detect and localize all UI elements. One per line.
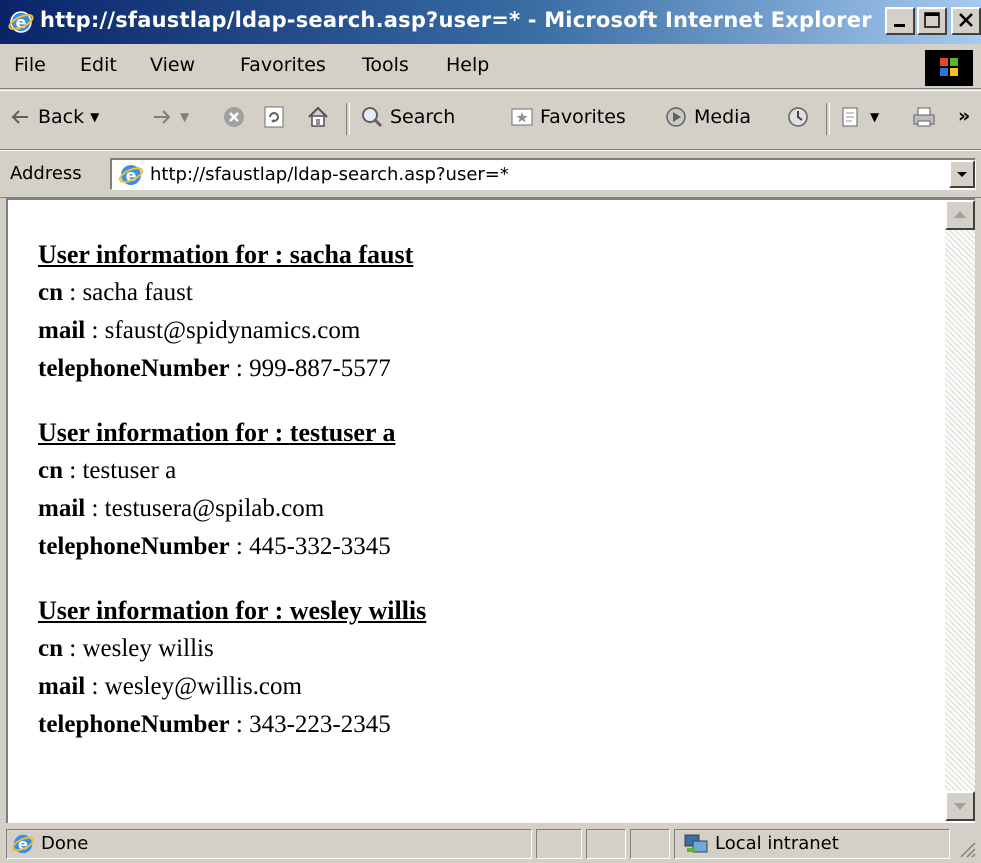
scroll-up-button[interactable] bbox=[945, 200, 975, 230]
address-url[interactable]: http://sfaustlap/ldap-search.asp?user=* bbox=[150, 164, 509, 185]
back-label: Back bbox=[38, 106, 85, 128]
user-record: User information for : sacha faust cn : … bbox=[38, 236, 426, 388]
back-button[interactable]: Back ▼ bbox=[8, 105, 99, 129]
printer-icon bbox=[912, 105, 936, 129]
window-title: http://sfaustlap/ldap-search.asp?user=* … bbox=[40, 8, 872, 32]
security-zone-pane[interactable]: Local intranet bbox=[674, 829, 950, 859]
user-record: User information for : wesley willis cn … bbox=[38, 592, 426, 744]
browser-window: e http://sfaustlap/ldap-search.asp?user=… bbox=[0, 0, 981, 863]
user-record: User information for : testuser a cn : t… bbox=[38, 414, 426, 566]
windows-flag-icon bbox=[925, 50, 973, 86]
menu-view[interactable]: View bbox=[150, 54, 195, 76]
search-icon bbox=[360, 105, 384, 129]
toolbar-overflow-button[interactable]: » bbox=[958, 105, 970, 127]
refresh-icon bbox=[262, 105, 286, 129]
page-icon: e bbox=[118, 162, 144, 188]
chevron-down-icon bbox=[957, 172, 967, 177]
address-dropdown-button[interactable] bbox=[949, 160, 975, 188]
address-label: Address bbox=[10, 163, 82, 184]
back-arrow-icon bbox=[8, 105, 32, 129]
favorites-label: Favorites bbox=[540, 106, 626, 128]
close-button[interactable] bbox=[951, 7, 981, 35]
chevron-up-icon bbox=[954, 211, 966, 218]
chevron-down-icon bbox=[954, 803, 966, 810]
mail-icon bbox=[840, 105, 864, 129]
page-content: User information for : sacha faust cn : … bbox=[6, 198, 975, 823]
status-text: Done bbox=[41, 833, 89, 854]
status-main-pane: e Done bbox=[6, 829, 532, 859]
favorites-button[interactable]: Favorites bbox=[510, 105, 626, 129]
intranet-zone-icon bbox=[683, 832, 709, 860]
zone-label: Local intranet bbox=[715, 833, 839, 854]
scroll-down-button[interactable] bbox=[945, 791, 975, 821]
standard-toolbar: Back ▼ ▼ Search Favorites Media ▼ » bbox=[0, 90, 981, 150]
home-icon bbox=[306, 105, 330, 129]
history-button[interactable] bbox=[786, 105, 810, 129]
mail-button[interactable]: ▼ bbox=[840, 105, 879, 129]
media-label: Media bbox=[694, 106, 752, 128]
menu-favorites[interactable]: Favorites bbox=[240, 54, 326, 76]
forward-button[interactable]: ▼ bbox=[150, 105, 189, 129]
print-button[interactable] bbox=[912, 105, 936, 129]
chevron-down-icon[interactable]: ▼ bbox=[870, 110, 879, 124]
address-bar: Address e http://sfaustlap/ldap-search.a… bbox=[0, 150, 981, 198]
chevron-more-icon: » bbox=[958, 105, 971, 127]
status-pane bbox=[586, 829, 626, 859]
phone-field: telephoneNumber : 343-223-2345 bbox=[38, 711, 391, 738]
media-button[interactable]: Media bbox=[664, 105, 751, 129]
cn-field: cn : wesley willis bbox=[38, 635, 214, 662]
menu-file[interactable]: File bbox=[14, 54, 46, 76]
favorites-star-icon bbox=[510, 105, 534, 129]
user-heading: User information for : wesley willis bbox=[38, 596, 427, 625]
status-pane bbox=[536, 829, 582, 859]
toolbar-separator bbox=[346, 103, 350, 135]
vertical-scrollbar[interactable] bbox=[945, 200, 975, 821]
cn-field: cn : testuser a bbox=[38, 457, 177, 484]
status-pane bbox=[630, 829, 670, 859]
search-label: Search bbox=[390, 106, 456, 128]
cn-field: cn : sacha faust bbox=[38, 279, 193, 306]
stop-icon bbox=[222, 105, 246, 129]
mail-field: mail : wesley@willis.com bbox=[38, 673, 302, 700]
maximize-button[interactable] bbox=[917, 7, 947, 35]
user-heading: User information for : sacha faust bbox=[38, 240, 414, 269]
ie-logo-icon: e bbox=[8, 9, 34, 35]
menu-help[interactable]: Help bbox=[446, 54, 489, 76]
phone-field: telephoneNumber : 999-887-5577 bbox=[38, 355, 391, 382]
home-button[interactable] bbox=[306, 105, 330, 129]
page-done-icon: e bbox=[11, 832, 35, 856]
status-bar: e Done Local intranet bbox=[0, 825, 981, 863]
mail-field: mail : testusera@spilab.com bbox=[38, 495, 325, 522]
refresh-button[interactable] bbox=[262, 105, 286, 129]
chevron-down-icon[interactable]: ▼ bbox=[90, 110, 99, 124]
menu-bar: File Edit View Favorites Tools Help bbox=[0, 44, 981, 89]
chevron-down-icon[interactable]: ▼ bbox=[180, 110, 189, 124]
menu-tools[interactable]: Tools bbox=[362, 54, 409, 76]
menu-edit[interactable]: Edit bbox=[80, 54, 117, 76]
mail-field: mail : sfaust@spidynamics.com bbox=[38, 317, 361, 344]
resize-grip-icon[interactable] bbox=[957, 839, 977, 863]
search-button[interactable]: Search bbox=[360, 105, 455, 129]
ldap-results: User information for : sacha faust cn : … bbox=[38, 236, 426, 770]
forward-arrow-icon bbox=[150, 105, 174, 129]
phone-field: telephoneNumber : 445-332-3345 bbox=[38, 533, 391, 560]
address-field[interactable]: e http://sfaustlap/ldap-search.asp?user=… bbox=[110, 158, 976, 190]
stop-button[interactable] bbox=[222, 105, 246, 129]
toolbar-separator bbox=[826, 103, 830, 135]
title-bar[interactable]: e http://sfaustlap/ldap-search.asp?user=… bbox=[0, 0, 981, 44]
history-icon bbox=[786, 105, 810, 129]
media-icon bbox=[664, 105, 688, 129]
user-heading: User information for : testuser a bbox=[38, 418, 396, 447]
minimize-button[interactable] bbox=[885, 7, 915, 35]
